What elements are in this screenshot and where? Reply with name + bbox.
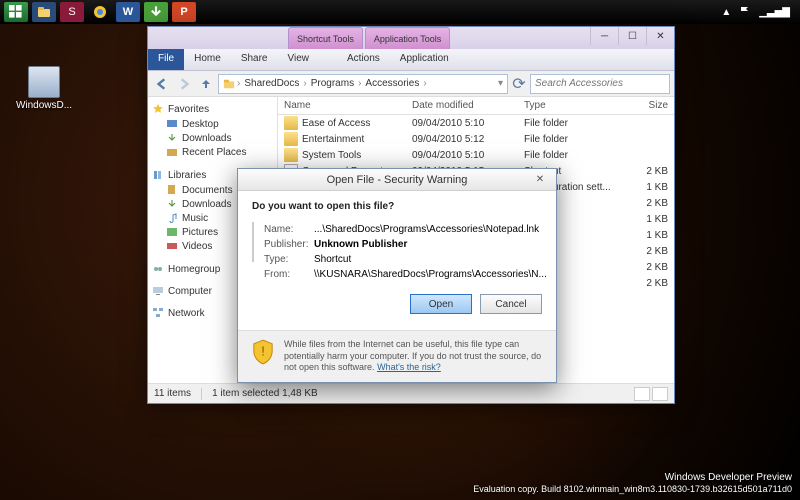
back-button[interactable] — [152, 74, 172, 94]
statusbar: 11 items 1 item selected 1,48 KB — [148, 383, 674, 403]
taskbar-app-2[interactable] — [144, 2, 168, 22]
forward-button[interactable] — [174, 74, 194, 94]
sidebar-recent[interactable]: Recent Places — [152, 145, 273, 159]
dlg-publisher: Unknown Publisher — [314, 237, 407, 252]
dialog-title[interactable]: Open File - Security Warning ✕ — [238, 169, 556, 191]
dlg-type: Shortcut — [314, 252, 351, 267]
file-row[interactable]: Entertainment09/04/2010 5:12File folder — [278, 131, 674, 147]
desktop-icon-label: WindowsD... — [14, 100, 74, 111]
view-icons[interactable] — [652, 387, 668, 401]
file-icon — [28, 66, 60, 98]
chevron-right-icon[interactable]: › — [235, 78, 242, 89]
file-row[interactable]: Ease of Access09/04/2010 5:10File folder — [278, 115, 674, 131]
taskbar-start[interactable] — [4, 2, 28, 22]
documents-icon — [166, 184, 178, 196]
open-button[interactable]: Open — [410, 294, 472, 314]
pictures-icon — [166, 226, 178, 238]
taskbar-explorer[interactable] — [32, 2, 56, 22]
libraries-icon — [152, 169, 164, 181]
crumb-programs[interactable]: Programs — [309, 78, 356, 89]
folder-icon — [284, 116, 298, 130]
homegroup-icon — [152, 263, 164, 275]
minimize-button[interactable]: ─ — [590, 27, 618, 45]
sidebar-desktop[interactable]: Desktop — [152, 117, 273, 131]
recent-icon — [166, 146, 178, 158]
taskbar-app-1[interactable]: S — [60, 2, 84, 22]
tray-up-icon[interactable]: ▲ — [721, 7, 731, 18]
music-icon — [166, 212, 178, 224]
star-icon — [152, 103, 164, 115]
close-button[interactable]: ✕ — [646, 27, 674, 45]
taskbar-powerpoint[interactable]: P — [172, 2, 196, 22]
risk-link[interactable]: What's the risk? — [377, 362, 441, 372]
svg-text:!: ! — [261, 344, 265, 359]
folder-icon — [284, 148, 298, 162]
shield-icon: ! — [252, 339, 274, 365]
file-icon — [252, 222, 254, 262]
desktop-icon — [166, 118, 178, 130]
crumb-shareddocs[interactable]: SharedDocs — [242, 78, 301, 89]
col-type[interactable]: Type — [524, 100, 620, 111]
computer-icon — [152, 285, 164, 297]
column-headers[interactable]: Name Date modified Type Size — [278, 97, 674, 115]
search-input[interactable] — [535, 78, 669, 89]
ribbon-tab-file[interactable]: File — [148, 49, 184, 70]
signal-icon[interactable]: ▁▃▅▇ — [759, 7, 790, 18]
search-box[interactable] — [530, 74, 670, 94]
watermark: Windows Developer Preview Evaluation cop… — [473, 471, 792, 496]
contextual-tab-application[interactable]: Application Tools — [365, 27, 450, 49]
security-dialog: Open File - Security Warning ✕ Do you wa… — [237, 168, 557, 383]
file-row[interactable]: System Tools09/04/2010 5:10File folder — [278, 147, 674, 163]
col-size[interactable]: Size — [620, 100, 668, 111]
up-button[interactable] — [196, 74, 216, 94]
refresh-button[interactable]: ⟳ — [510, 74, 528, 94]
dialog-question: Do you want to open this file? — [252, 201, 542, 212]
status-count: 11 items — [154, 388, 191, 399]
cancel-button[interactable]: Cancel — [480, 294, 542, 314]
dlg-name: ...\SharedDocs\Programs\Accessories\Note… — [314, 222, 539, 237]
ribbon-tab-actions[interactable]: Actions — [337, 49, 390, 70]
contextual-tab-shortcut[interactable]: Shortcut Tools — [288, 27, 363, 49]
system-tray[interactable]: ▲ ▁▃▅▇ — [721, 6, 796, 18]
taskbar-word[interactable]: W — [116, 2, 140, 22]
titlebar[interactable]: Shortcut Tools Application Tools ─ ☐ ✕ — [148, 27, 674, 49]
dropdown-icon[interactable]: ▾ — [498, 78, 503, 89]
folder-icon — [284, 132, 298, 146]
folder-icon — [223, 78, 235, 90]
ribbon: File Home Share View Actions Application — [148, 49, 674, 71]
flag-icon[interactable] — [739, 6, 751, 18]
network-icon — [152, 307, 164, 319]
videos-icon — [166, 240, 178, 252]
maximize-button[interactable]: ☐ — [618, 27, 646, 45]
breadcrumb[interactable]: › SharedDocs › Programs › Accessories › … — [218, 74, 508, 94]
navbar: › SharedDocs › Programs › Accessories › … — [148, 71, 674, 97]
crumb-accessories[interactable]: Accessories — [363, 78, 421, 89]
ribbon-tab-view[interactable]: View — [278, 49, 320, 70]
chevron-right-icon[interactable]: › — [421, 78, 428, 89]
ribbon-tab-application[interactable]: Application — [390, 49, 459, 70]
download-icon — [166, 198, 178, 210]
dialog-close-button[interactable]: ✕ — [528, 172, 552, 186]
sidebar-downloads[interactable]: Downloads — [152, 131, 273, 145]
ribbon-tab-home[interactable]: Home — [184, 49, 231, 70]
col-date[interactable]: Date modified — [412, 100, 524, 111]
chevron-right-icon[interactable]: › — [356, 78, 363, 89]
taskbar: S W P ▲ ▁▃▅▇ — [0, 0, 800, 24]
ribbon-tab-share[interactable]: Share — [231, 49, 278, 70]
status-selected: 1 item selected 1,48 KB — [212, 388, 318, 399]
dlg-from: \\KUSNARA\SharedDocs\Programs\Accessorie… — [314, 267, 547, 282]
view-details[interactable] — [634, 387, 650, 401]
download-icon — [166, 132, 178, 144]
desktop-icon[interactable]: WindowsD... — [14, 66, 74, 111]
col-name[interactable]: Name — [284, 100, 412, 111]
sidebar-favorites[interactable]: Favorites — [152, 103, 273, 115]
taskbar-chrome[interactable] — [88, 2, 112, 22]
chevron-right-icon[interactable]: › — [301, 78, 308, 89]
